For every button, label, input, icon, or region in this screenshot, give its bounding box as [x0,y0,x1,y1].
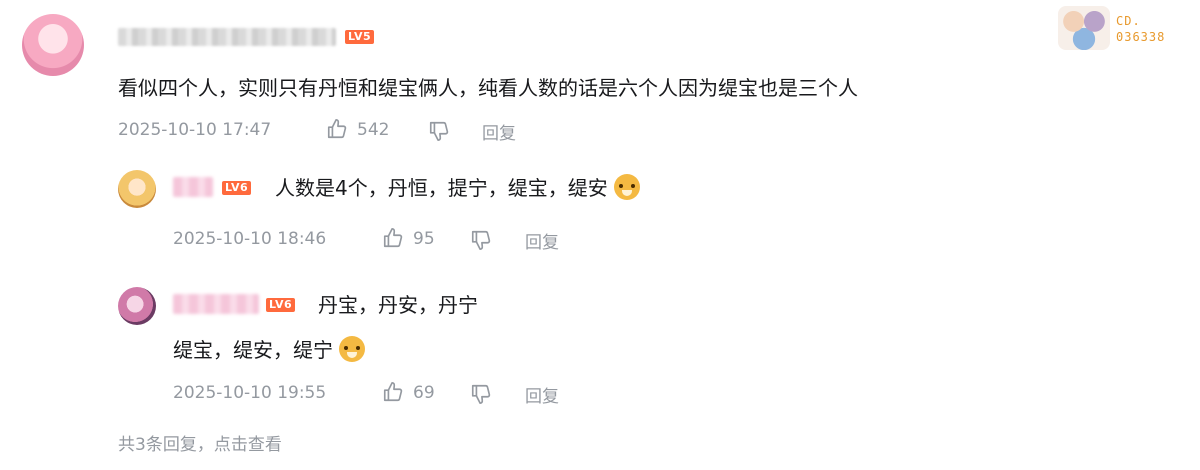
reply-time: 2025-10-10 19:55 [173,383,327,403]
reply-button[interactable]: 回复 [525,228,559,253]
reply-text-content: 人数是4个，丹恒，提宁，缇宝，缇安 [275,176,608,200]
reply-text-content: 缇宝，缇安，缇宁 [173,338,333,362]
reply-avatar[interactable] [118,287,156,325]
doge-emoji-icon [339,336,366,362]
reply-button[interactable]: 回复 [482,119,516,144]
thumbs-up-icon[interactable] [326,118,348,140]
reply-button[interactable]: 回复 [525,382,559,407]
level-badge: LV5 [345,30,375,44]
reply-username-redacted[interactable] [173,294,259,314]
reply-username-redacted[interactable] [173,177,213,197]
fan-badge-image [1058,6,1110,50]
fan-badge: CD. 036338 [1058,6,1188,54]
reply-text: 人数是4个，丹恒，提宁，缇宝，缇安 [275,174,641,202]
thumbs-up-icon[interactable] [382,381,404,403]
username-redacted[interactable] [118,28,336,46]
thumbs-down-icon[interactable] [470,383,492,405]
reply-text-line1: 丹宝，丹安，丹宁 [318,293,478,317]
comment-text: 看似四个人，实则只有丹恒和缇宝俩人，纯看人数的话是六个人因为缇宝也是三个人 [118,76,858,100]
view-replies-link[interactable]: 共3条回复，点击查看 [118,434,282,456]
reply-text-line2: 缇宝，缇安，缇宁 [173,336,366,364]
like-count: 95 [413,229,435,249]
thumbs-up-icon[interactable] [382,227,404,249]
level-badge: LV6 [266,298,296,312]
thumbs-down-icon[interactable] [428,120,450,142]
comment-time: 2025-10-10 17:47 [118,120,272,140]
doge-emoji-icon [614,174,641,200]
fan-badge-line2: 036338 [1116,30,1166,44]
user-avatar[interactable] [22,14,84,76]
reply-time: 2025-10-10 18:46 [173,229,327,249]
like-count: 69 [413,383,435,403]
fan-badge-line1: CD. [1116,14,1141,28]
level-badge: LV6 [222,181,252,195]
reply-avatar[interactable] [118,170,156,208]
like-count: 542 [357,120,390,140]
thumbs-down-icon[interactable] [470,229,492,251]
